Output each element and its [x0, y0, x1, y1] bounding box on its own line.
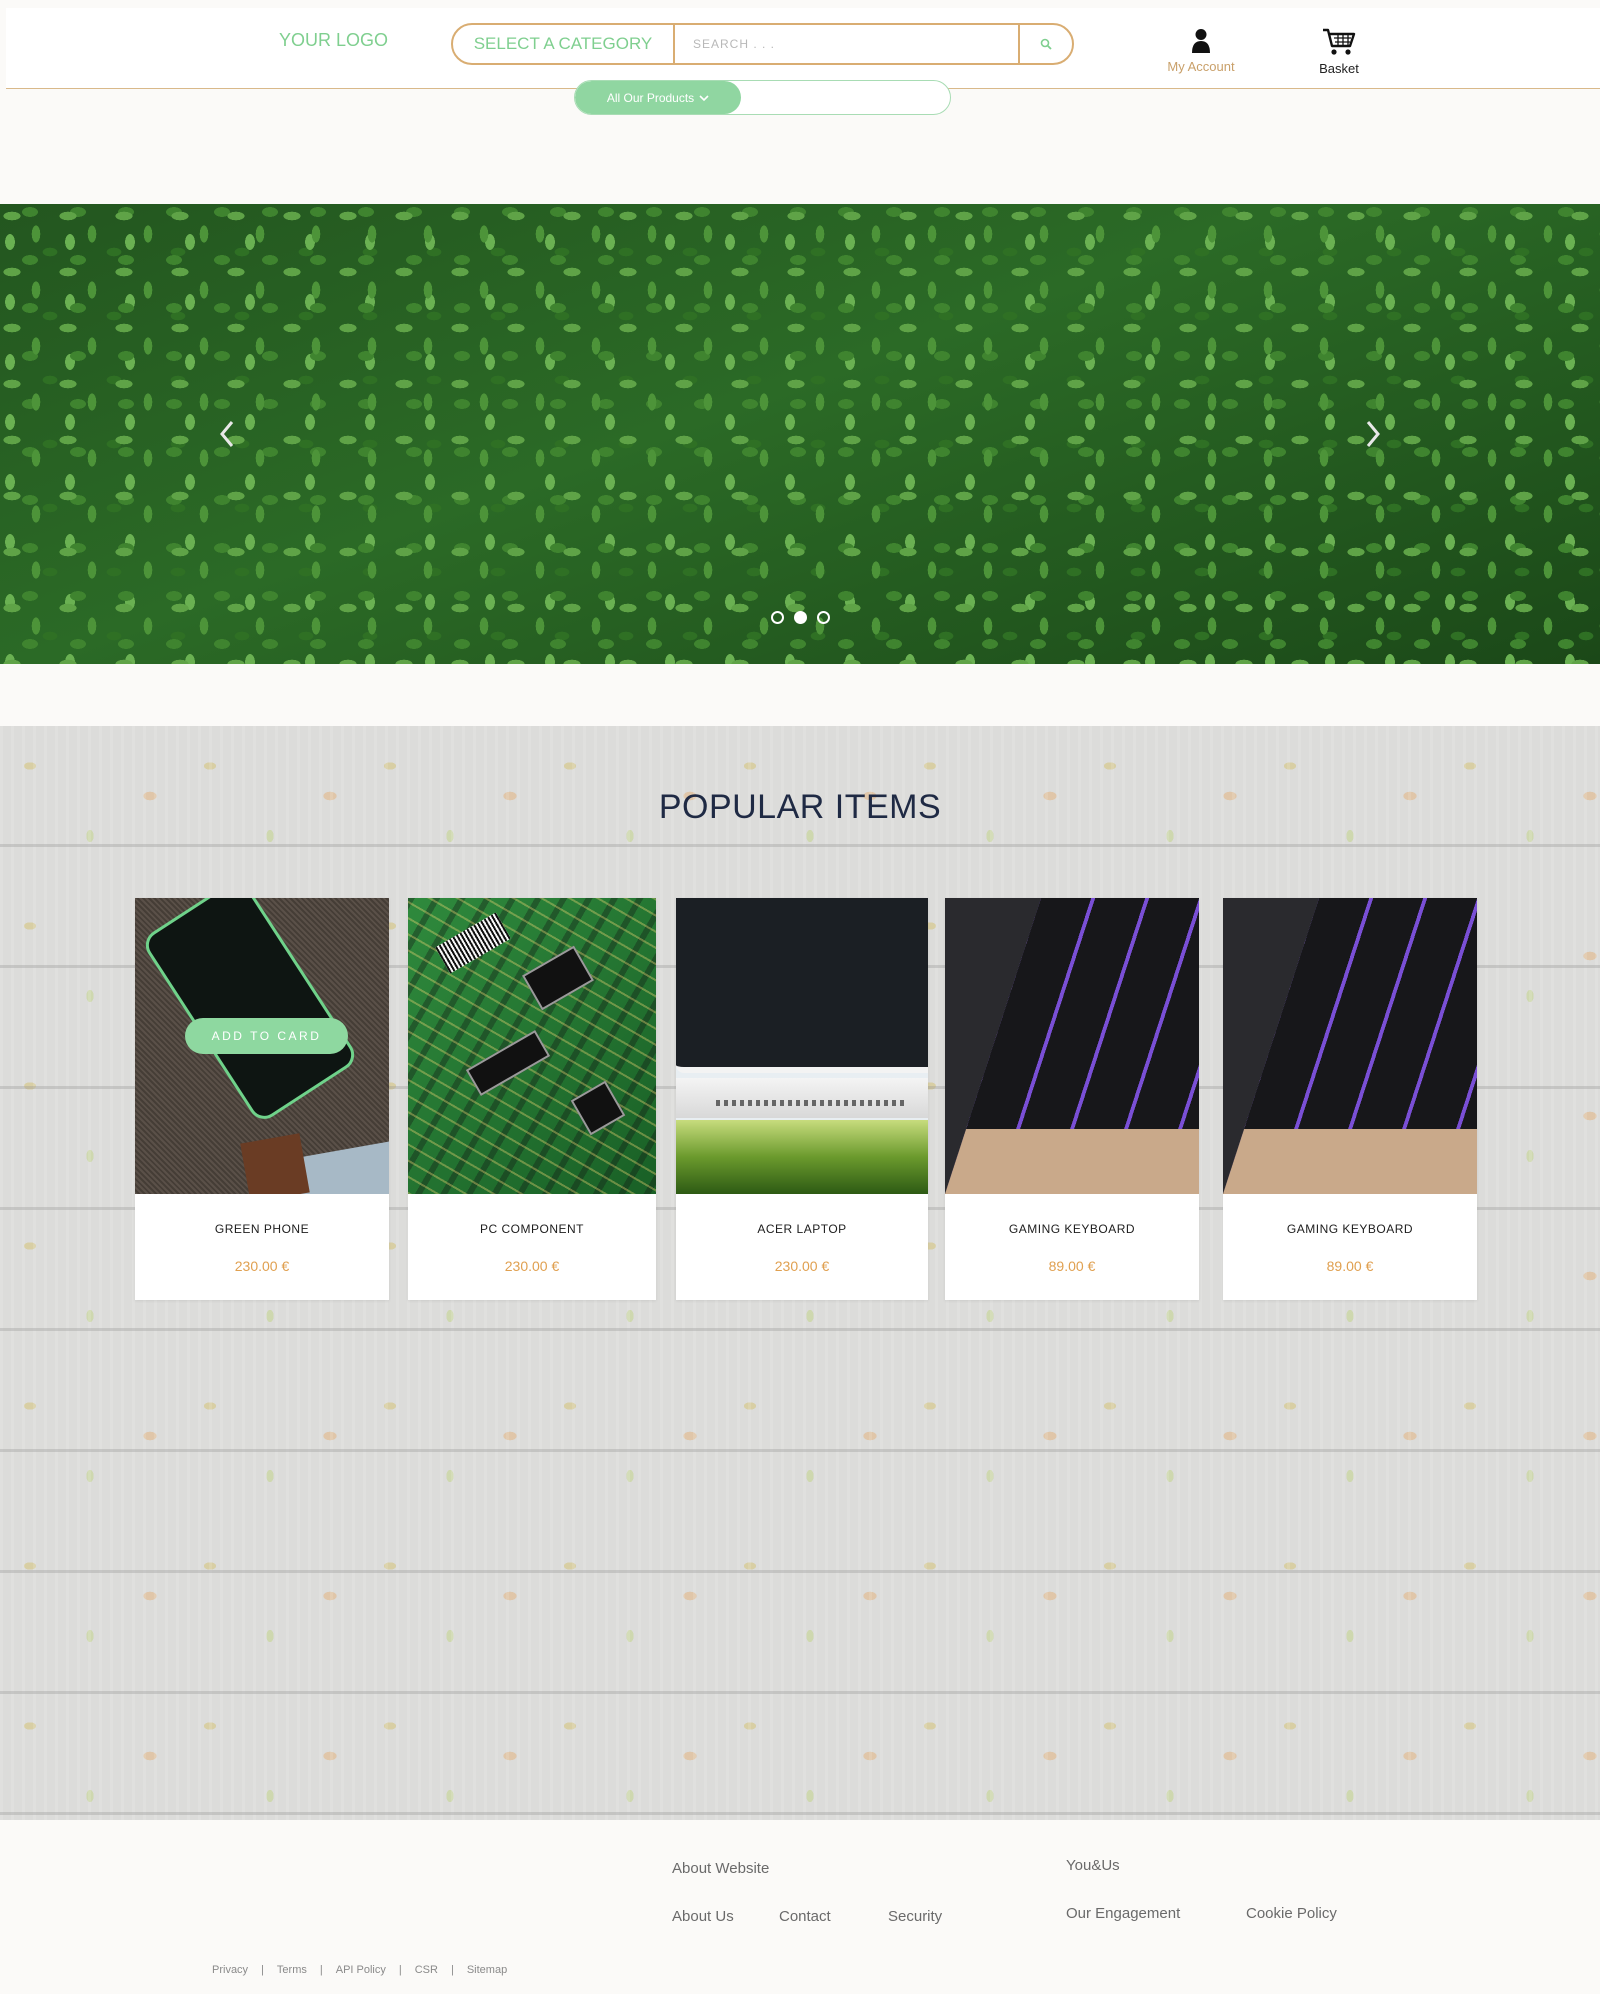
site-footer: About Website About Us Contact Security … — [0, 1820, 1600, 1994]
image-detail — [945, 898, 1199, 1194]
chevron-left-icon — [220, 421, 234, 447]
footer-separator: | — [398, 1964, 402, 1976]
section-title: POPULAR ITEMS — [658, 788, 942, 826]
slider-dot-3[interactable] — [817, 611, 830, 624]
site-logo[interactable]: YOUR LOGO — [279, 30, 388, 51]
search-input[interactable] — [675, 25, 1018, 63]
popular-items-section: POPULAR ITEMS ADD TO CARD GREEN PHONE 23… — [0, 726, 1600, 1820]
footer-link-privacy[interactable]: Privacy — [212, 1964, 248, 1976]
footer-link-about-us[interactable]: About Us — [672, 1908, 734, 1925]
image-detail — [1223, 898, 1477, 1194]
product-image[interactable] — [1223, 898, 1477, 1194]
all-products-label: All Our Products — [606, 90, 695, 105]
add-to-card-button[interactable]: ADD TO CARD — [185, 1018, 348, 1054]
site-header: YOUR LOGO SELECT A CATEGORY My Account B… — [6, 8, 1600, 89]
chevron-down-icon — [699, 94, 709, 101]
footer-link-api-policy[interactable]: API Policy — [336, 1964, 386, 1976]
product-card[interactable]: ACER LAPTOP 230.00 € — [676, 898, 928, 1300]
user-icon — [1192, 29, 1210, 53]
footer-link-sitemap[interactable]: Sitemap — [467, 1964, 507, 1976]
slider-next-button[interactable] — [1358, 414, 1388, 454]
image-detail — [676, 898, 928, 1073]
slider-dot-2[interactable] — [794, 611, 807, 624]
slider-dot-1[interactable] — [771, 611, 784, 624]
all-products-dropdown[interactable]: All Our Products — [575, 81, 741, 114]
product-name[interactable]: GAMING KEYBOARD — [945, 1222, 1199, 1236]
footer-link-contact[interactable]: Contact — [779, 1908, 831, 1925]
footer-link-security[interactable]: Security — [888, 1908, 942, 1925]
chevron-right-icon — [1366, 421, 1380, 447]
product-name[interactable]: ACER LAPTOP — [676, 1222, 928, 1236]
footer-legal-links: Privacy | Terms | API Policy | CSR | Sit… — [212, 1964, 507, 1976]
product-name[interactable]: GREEN PHONE — [135, 1222, 389, 1236]
footer-separator: | — [261, 1964, 264, 1976]
image-detail — [139, 898, 361, 1125]
product-name[interactable]: GAMING KEYBOARD — [1223, 1222, 1477, 1236]
cart-icon — [1323, 28, 1356, 55]
account-label: My Account — [1167, 59, 1235, 74]
search-icon — [1040, 38, 1052, 50]
product-name[interactable]: PC COMPONENT — [408, 1222, 656, 1236]
footer-heading-about-website: About Website — [672, 1860, 770, 1877]
search-bar: SELECT A CATEGORY — [451, 23, 1074, 65]
product-price: 89.00 € — [1326, 1258, 1374, 1274]
product-card[interactable]: ADD TO CARD GREEN PHONE 230.00 € — [135, 898, 389, 1300]
footer-separator: | — [450, 1964, 454, 1976]
basket-label: Basket — [1319, 61, 1359, 76]
product-price: 89.00 € — [1048, 1258, 1096, 1274]
product-card[interactable]: PC COMPONENT 230.00 € — [408, 898, 656, 1300]
footer-link-cookie-policy[interactable]: Cookie Policy — [1246, 1905, 1337, 1922]
account-link[interactable]: My Account — [1156, 28, 1246, 76]
search-button[interactable] — [1018, 25, 1072, 63]
image-detail — [716, 1100, 906, 1106]
product-image[interactable] — [676, 898, 928, 1194]
image-detail — [676, 1078, 928, 1118]
basket-link[interactable]: Basket — [1294, 28, 1384, 78]
hero-slider — [0, 204, 1600, 664]
product-price: 230.00 € — [234, 1258, 290, 1274]
product-image[interactable] — [945, 898, 1199, 1194]
product-price: 230.00 € — [774, 1258, 830, 1274]
product-image[interactable] — [408, 898, 656, 1194]
image-detail — [676, 1120, 928, 1194]
footer-separator: | — [319, 1964, 323, 1976]
product-image[interactable]: ADD TO CARD — [135, 898, 389, 1194]
products-menu-bar: All Our Products — [574, 80, 951, 115]
footer-link-csr[interactable]: CSR — [415, 1964, 438, 1976]
category-select[interactable]: SELECT A CATEGORY — [453, 25, 675, 63]
footer-heading-you-and-us: You&Us — [1066, 1857, 1120, 1874]
footer-link-terms[interactable]: Terms — [277, 1964, 307, 1976]
slider-prev-button[interactable] — [212, 414, 242, 454]
image-detail — [240, 1133, 310, 1194]
product-price: 230.00 € — [504, 1258, 560, 1274]
product-card[interactable]: GAMING KEYBOARD 89.00 € — [1223, 898, 1477, 1300]
product-card[interactable]: GAMING KEYBOARD 89.00 € — [945, 898, 1199, 1300]
slider-dots — [771, 611, 830, 624]
footer-link-our-engagement[interactable]: Our Engagement — [1066, 1905, 1180, 1922]
